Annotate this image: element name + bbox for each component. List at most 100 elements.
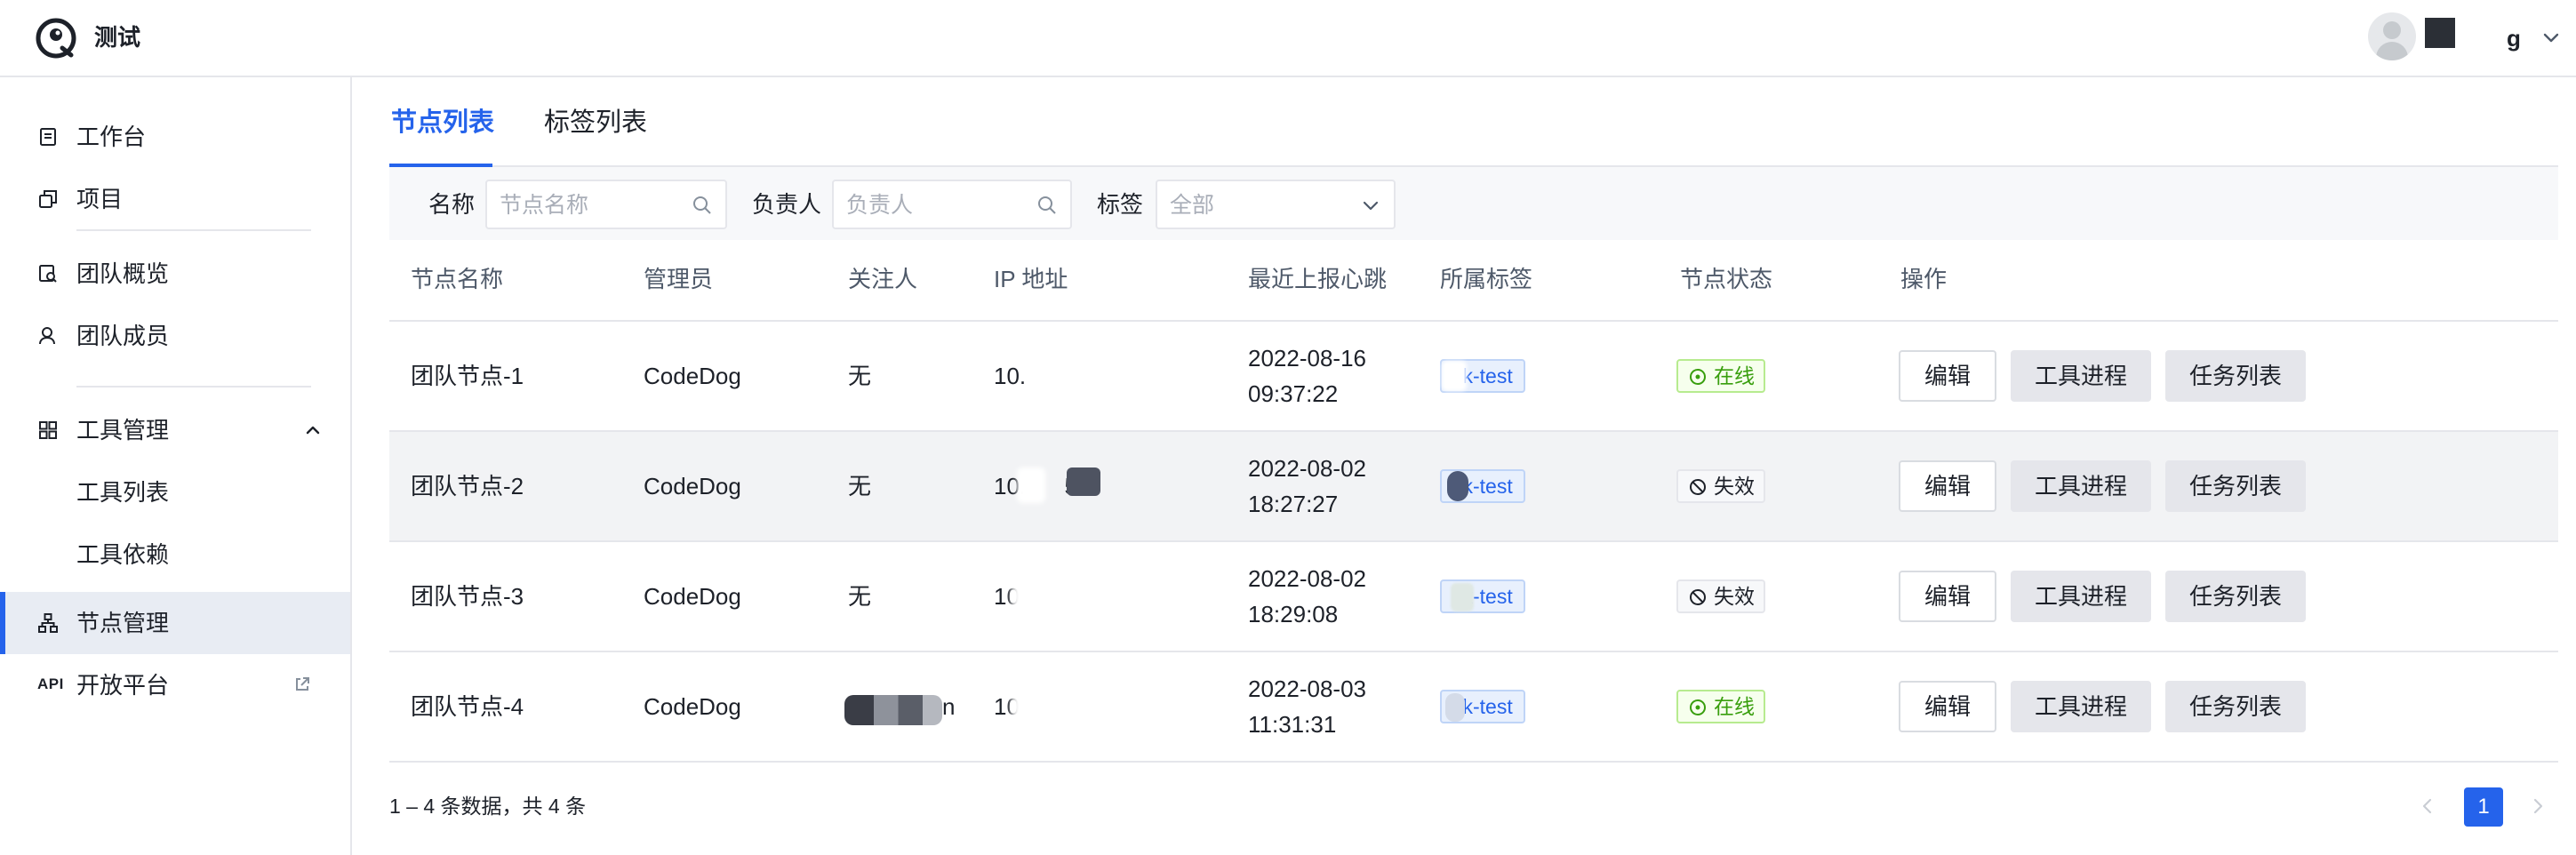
node-name: 团队节点-2 [411,473,524,499]
invalid-status-icon [1690,589,1706,605]
heartbeat-date: 2022-08-03 [1248,675,1366,702]
sidebar-item-tool-list[interactable]: 工具列表 [0,461,350,523]
redacted-tag-prefix [1447,471,1468,501]
app-logo-icon[interactable] [36,18,76,59]
name-filter-label: 名称 [428,191,476,218]
sidebar-item-team-members[interactable]: 团队成员 [0,305,350,367]
invalid-status-icon [1690,479,1706,495]
sidebar-item-label: 工具列表 [76,479,170,506]
task-list-button[interactable]: 任务列表 [2165,681,2306,732]
node-tree-icon [38,613,58,633]
name-search-input[interactable]: 节点名称 [485,180,727,229]
top-header: 测试 g [0,0,2576,77]
page-button-current[interactable]: 1 [2464,787,2503,827]
sidebar-item-tool-management[interactable]: 工具管理 [0,399,350,461]
column-header: 所属标签 [1440,266,1533,292]
node-watcher: 无 [848,583,872,610]
heartbeat-time: 18:29:08 [1248,601,1339,627]
task-list-button[interactable]: 任务列表 [2165,460,2306,512]
document-icon [40,128,56,146]
sidebar-item-label: 开放平台 [76,672,170,699]
sidebar-item-projects[interactable]: 项目 [0,168,350,230]
tool-process-button[interactable]: 工具进程 [2011,460,2151,512]
tool-process-button[interactable]: 工具进程 [2011,571,2151,622]
tab-tag-list[interactable]: 标签列表 [544,105,647,140]
chevron-right-icon[interactable] [2528,796,2548,816]
sidebar-divider [76,386,311,388]
column-header: 节点状态 [1680,266,1773,292]
search-icon[interactable] [692,195,713,216]
task-list-button[interactable]: 任务列表 [2165,571,2306,622]
redacted-tag-prefix [1445,693,1465,722]
heartbeat-time: 18:27:27 [1248,491,1339,517]
status-label: 失效 [1714,585,1755,608]
status-badge: 在线 [1676,690,1765,723]
table-row: 团队节点-3 CodeDog 无 10 2022-08-02 18:29:08 … [389,542,2558,652]
heartbeat-date: 2022-08-02 [1248,455,1366,482]
column-header: 节点名称 [411,266,504,292]
sidebar-divider [76,229,311,231]
redacted-ip-part [1012,688,1109,727]
chevron-down-icon[interactable] [1360,195,1381,216]
edit-button[interactable]: 编辑 [1899,571,1996,622]
sidebar-item-open-platform[interactable]: API 开放平台 [0,654,350,716]
tag-select-value: 全部 [1170,193,1215,218]
tag-filter-label: 标签 [1097,191,1144,218]
status-badge: 失效 [1676,579,1765,613]
chevron-down-icon[interactable] [2540,27,2562,48]
heartbeat-date: 2022-08-16 [1248,345,1366,372]
redacted-tag-prefix [1451,583,1474,611]
status-badge: 在线 [1676,359,1765,393]
user-avatar[interactable] [2368,12,2416,60]
status-label: 在线 [1714,364,1755,388]
sidebar-item-workbench[interactable]: 工作台 [0,106,350,168]
edit-button[interactable]: 编辑 [1899,350,1996,402]
search-icon[interactable] [1036,195,1058,216]
overview-icon [39,265,57,283]
column-header: 关注人 [848,266,918,292]
sidebar-item-node-management[interactable]: 节点管理 [0,592,350,654]
heartbeat-time: 11:31:31 [1248,711,1337,738]
owner-search-input[interactable]: 负责人 [832,180,1072,229]
grid-icon [39,421,57,439]
tool-process-button[interactable]: 工具进程 [2011,350,2151,402]
redacted-tag-prefix [1442,361,1467,391]
node-name: 团队节点-3 [411,583,524,610]
online-status-icon [1690,699,1706,715]
node-ip: 10. [994,363,1027,389]
tag-select[interactable]: 全部 [1156,180,1396,229]
sidebar-item-label: 节点管理 [76,610,170,636]
chevron-up-icon[interactable] [304,421,322,439]
edit-button[interactable]: 编辑 [1899,681,1996,732]
external-link-icon [296,677,309,691]
sidebar-item-team-overview[interactable]: 团队概览 [0,243,350,305]
table-header: 节点名称 管理员 关注人 IP 地址 最近上报心跳 所属标签 节点状态 操作 [389,240,2558,322]
node-admin: CodeDog [644,583,741,610]
sidebar-item-label: 团队概览 [76,260,170,287]
column-header: 最近上报心跳 [1248,266,1388,292]
user-icon [39,327,55,345]
chevron-left-icon[interactable] [2418,796,2437,816]
sidebar: 工作台 项目 团队概览 团队成员 工具管理 工具列表 工具依赖 节点管理 API… [0,77,352,855]
table-row: 团队节点-4 CodeDog n 10 2022-08-03 11:31:31 … [389,652,2558,763]
redacted-watcher [844,695,942,725]
user-name[interactable]: g [2507,23,2521,53]
heartbeat-date: 2022-08-02 [1248,565,1366,592]
tool-process-button[interactable]: 工具进程 [2011,681,2151,732]
table-row: 团队节点-1 CodeDog 无 10. 2022-08-16 09:37:22… [389,322,2558,432]
edit-button[interactable]: 编辑 [1899,460,1996,512]
tab-node-list[interactable]: 节点列表 [391,105,494,140]
task-list-button[interactable]: 任务列表 [2165,350,2306,402]
owner-search-placeholder: 负责人 [846,193,914,218]
name-search-placeholder: 节点名称 [500,193,589,218]
column-header: 操作 [1900,266,1948,292]
heartbeat-time: 09:37:22 [1248,380,1339,407]
status-badge: 失效 [1676,469,1765,503]
status-label: 失效 [1714,475,1755,498]
redacted-ip-part [1017,467,1045,503]
sidebar-item-label: 工作台 [76,124,147,150]
table-row: 团队节点-2 CodeDog 无 10. 58 2022-08-02 18:27… [389,432,2558,542]
redacted-ip-part [1012,574,1109,619]
sidebar-item-tool-deps[interactable]: 工具依赖 [0,523,350,586]
redacted-ip-part [1067,467,1100,496]
